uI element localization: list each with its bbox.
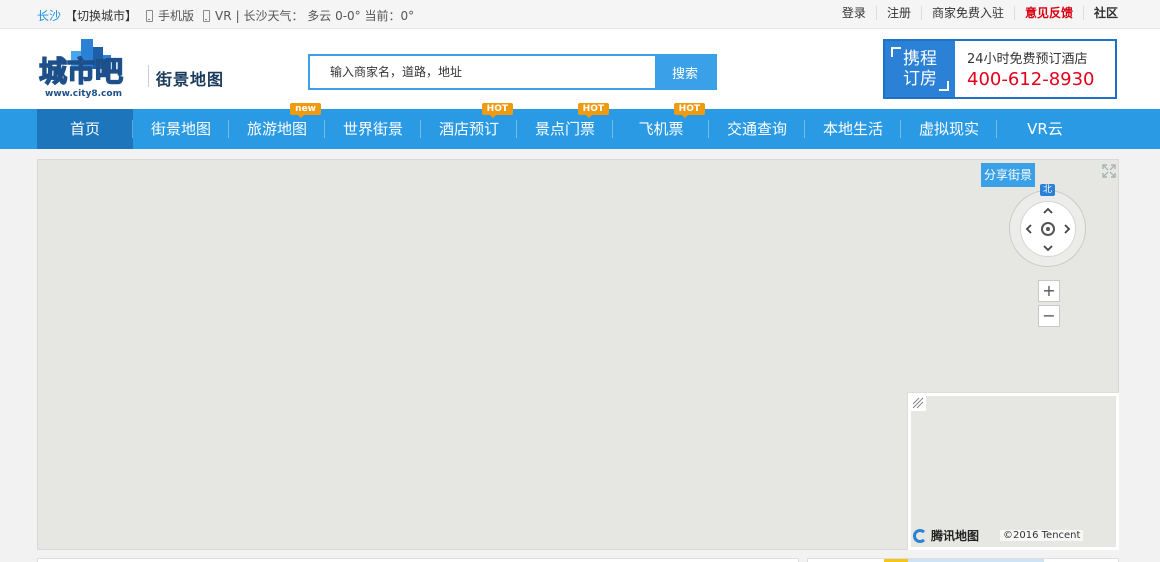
nav-item-flights[interactable]: 飞机票 HOT [613,103,709,149]
north-indicator: 北 [1040,184,1055,196]
zoom-in-button[interactable]: + [1038,280,1060,302]
nav-item-virtual-reality[interactable]: 虚拟现实 [901,109,997,149]
tencent-map-logo-icon [913,528,927,543]
nav-item-local-life[interactable]: 本地生活 [805,109,901,149]
hot-badge: HOT [673,103,705,118]
nav-label: 本地生活 [822,120,883,138]
login-link[interactable]: 登录 [832,6,876,20]
nav-item-street-view-map[interactable]: 街景地图 [133,109,229,149]
community-link[interactable]: 社区 [1082,6,1128,20]
nav-label: 街景地图 [150,120,211,138]
nav-label: 酒店预订 [438,120,499,138]
ctrip-info: 24小时免费预订酒店 400-612-8930 [955,41,1115,97]
vr-label: VR [215,8,232,23]
hot-badge: HOT [577,103,609,118]
pan-left-icon[interactable] [1024,224,1034,234]
nav-item-attraction-tickets[interactable]: 景点门票 HOT [517,103,613,149]
nav-label: 交通查询 [726,120,787,138]
ctrip-phone: 400-612-8930 [967,69,1095,90]
content-panel-left [37,558,799,562]
ctrip-text: 24小时免费预订酒店 [967,52,1088,67]
top-bar-links: 登录 注册 商家免费入驻 意见反馈 社区 [832,6,1128,20]
nav-label: 景点门票 [534,120,595,138]
nav-label: 首页 [69,120,100,138]
mobile-version-label: 手机版 [158,9,195,23]
search-input[interactable] [310,56,655,88]
current-city[interactable]: 长沙 [37,7,61,24]
nav-item-hotel-booking[interactable]: 酒店预订 HOT [421,103,517,149]
nav-label: 飞机票 [638,120,684,138]
nav-item-travel-map[interactable]: 旅游地图 new [229,103,325,149]
logo-text: 城市吧 [39,55,123,88]
city8-logo[interactable]: 城市吧 www.city8.com [37,37,145,99]
fullscreen-icon[interactable] [1102,164,1116,178]
map-copyright: ©2016 Tencent [1000,530,1084,541]
top-bar-left: 长沙 【切换城市】 手机版 VR | 长沙天气： 多云 0-0° 当前：0° [37,7,414,24]
overview-minimap[interactable]: 腾讯地图 ©2016 Tencent [907,392,1119,550]
feedback-link[interactable]: 意见反馈 [1013,6,1083,20]
page-body: 分享街景 北 + − 腾讯地图 ©2016 Tencent [0,149,1160,562]
ctrip-badge: 携程 订房 [885,41,955,97]
ctrip-hotel-banner[interactable]: 携程 订房 24小时免费预订酒店 400-612-8930 [883,39,1117,99]
zoom-control: + − [1038,280,1060,330]
pan-right-icon[interactable] [1062,224,1072,234]
pan-down-icon[interactable] [1043,243,1053,253]
tencent-map-brand: 腾讯地图 [913,527,979,544]
site-title: 街景地图 [156,70,225,89]
weather-info: | 长沙天气： 多云 0-0° 当前：0° [235,9,415,23]
logo-divider [148,65,149,87]
search-box: 搜索 [308,54,717,90]
nav-item-home[interactable]: 首页 [37,109,133,149]
new-badge: new [290,103,321,118]
merchant-join-link[interactable]: 商家免费入驻 [920,6,1014,20]
nav-label: 旅游地图 [246,120,307,138]
share-street-view-button[interactable]: 分享街景 [981,163,1035,187]
minimap-resize-icon[interactable] [910,395,926,411]
switch-city-link[interactable]: 【切换城市】 [65,7,137,24]
top-bar: 长沙 【切换城市】 手机版 VR | 长沙天气： 多云 0-0° 当前：0° 登… [0,0,1160,29]
search-button[interactable]: 搜索 [655,56,715,88]
tencent-map-label: 腾讯地图 [931,529,980,543]
register-link[interactable]: 注册 [875,6,921,20]
mobile-version-link[interactable]: 手机版 [146,7,194,24]
vr-phone-icon [203,9,211,22]
nav-label: VR云 [1027,120,1063,138]
nav-item-transport[interactable]: 交通查询 [709,109,805,149]
minimap-canvas[interactable] [911,396,1116,547]
ctrip-badge-line2: 订房 [903,69,937,89]
locate-center-icon[interactable] [1041,222,1055,236]
pan-up-icon[interactable] [1043,206,1053,216]
nav-label: 虚拟现实 [918,120,979,138]
logo-domain: www.city8.com [45,89,122,99]
nav-item-vr-cloud[interactable]: VR云 [997,109,1093,149]
ctrip-badge-line1: 携程 [903,49,937,69]
phone-icon [146,9,154,22]
map-canvas[interactable]: 分享街景 北 + − 腾讯地图 ©2016 Tencent [37,159,1119,550]
zoom-out-button[interactable]: − [1038,305,1060,327]
hot-badge: HOT [481,103,513,118]
vr-link[interactable]: VR [203,9,232,23]
header: 城市吧 www.city8.com 街景地图 搜索 携程 订房 24小时免费预订… [0,29,1160,109]
nav-item-world-street-view[interactable]: 世界街景 [325,109,421,149]
main-nav: 首页 街景地图 旅游地图 new 世界街景 酒店预订 HOT 景点门票 HOT 飞机票… [0,103,1160,149]
nav-label: 世界街景 [342,120,403,138]
content-panel-right [807,558,1119,562]
pan-compass[interactable]: 北 [1009,184,1086,267]
